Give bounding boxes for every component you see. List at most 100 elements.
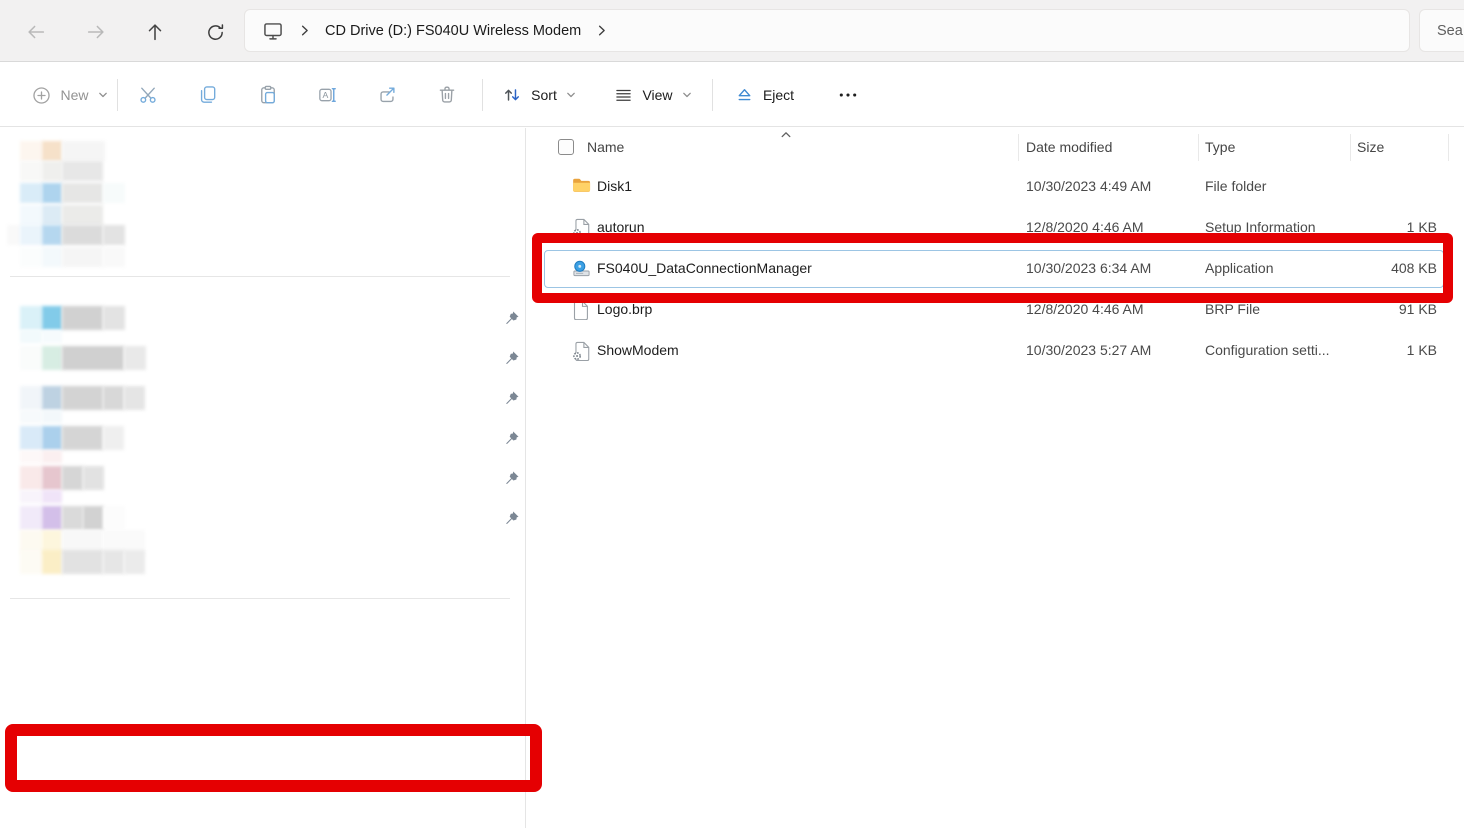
blurred-block [42,550,62,574]
pin-icon[interactable] [503,310,520,327]
column-header-size[interactable]: Size [1357,130,1384,164]
chevron-down-icon [565,89,577,101]
file-type: Configuration setti... [1205,342,1330,358]
eject-icon [734,85,755,106]
toolbar-separator [712,79,713,111]
refresh-icon [205,22,226,43]
view-button[interactable]: View [606,75,700,115]
file-name[interactable]: FS040U_DataConnectionManager [597,260,812,276]
blurred-block [42,141,62,161]
chevron-down-icon [97,89,109,101]
blurred-block [7,225,20,245]
blurred-block [42,410,62,423]
column-separator [1018,134,1019,161]
blurred-block [62,205,103,225]
blurred-block [20,550,42,574]
paste-button[interactable] [246,75,290,115]
chevron-down-icon [681,89,693,101]
blurred-block [124,386,145,410]
back-button[interactable] [16,18,56,46]
tree-item[interactable] [0,620,526,656]
pin-icon[interactable] [503,510,520,527]
file-size: 1 KB [1406,342,1437,358]
column-header-date[interactable]: Date modified [1026,130,1112,164]
eject-button[interactable]: Eject [722,75,806,115]
tree-item[interactable] [0,818,526,828]
blurred-block [42,346,62,370]
file-row[interactable]: ShowModem 10/30/2023 5:27 AM Configuration… [526,331,1464,372]
file-row[interactable]: FS040U_DataConnectionManager 10/30/2023 6… [526,249,1464,290]
blurred-block [20,205,42,225]
up-button[interactable] [135,18,175,46]
blurred-block [20,506,42,530]
file-explorer-window: CD Drive (D:) FS040U Wireless Modem Sea … [0,0,1464,828]
more-options-button[interactable] [826,75,870,115]
sort-arrows-icon [501,84,523,106]
arrow-right-icon [85,21,107,43]
svg-text:A: A [323,90,329,100]
blurred-block [20,346,42,370]
blurred-block [62,506,83,530]
file-name[interactable]: ShowModem [597,342,679,358]
blurred-block [20,426,42,450]
delete-button[interactable] [425,75,469,115]
pin-icon[interactable] [503,430,520,447]
file-size: 1 KB [1406,219,1437,235]
blurred-block [42,330,62,343]
file-row[interactable]: Disk1 10/30/2023 4:49 AM File folder [526,167,1464,208]
tree-item[interactable] [0,700,526,736]
file-name[interactable]: Logo.brp [597,301,652,317]
file-date-modified: 12/8/2020 4:46 AM [1026,219,1144,235]
pin-icon[interactable] [503,470,520,487]
blurred-block [20,225,42,245]
blurred-block [42,506,62,530]
blurred-block [103,386,124,410]
copy-button[interactable] [186,75,230,115]
select-all-checkbox[interactable] [558,139,574,155]
blurred-block [20,161,42,181]
blurred-block [42,247,62,267]
file-row[interactable]: autorun 12/8/2020 4:46 AM Setup Informatio… [526,208,1464,249]
file-name[interactable]: autorun [597,219,644,235]
pin-icon[interactable] [503,390,520,407]
sort-button-label: Sort [531,87,557,103]
blurred-block [42,450,62,463]
setup-file-icon [572,218,590,238]
cut-button[interactable] [126,75,170,115]
share-button[interactable] [365,75,409,115]
trash-icon [436,84,458,106]
blurred-block [42,205,62,225]
refresh-button[interactable] [195,18,235,46]
copy-icon [197,84,219,106]
pin-icon[interactable] [503,350,520,367]
arrow-up-icon [144,21,166,43]
sort-button[interactable]: Sort [494,75,584,115]
tree-item[interactable] [0,660,526,696]
forward-button[interactable] [76,18,116,46]
column-header-type[interactable]: Type [1205,130,1235,164]
blurred-block [42,183,62,203]
rename-button[interactable]: A [305,75,349,115]
breadcrumb-chevron-icon[interactable] [594,23,609,38]
file-type: Setup Information [1205,219,1316,235]
file-name[interactable]: Disk1 [597,178,632,194]
blurred-block [20,306,42,330]
address-bar[interactable]: CD Drive (D:) FS040U Wireless Modem [244,9,1410,52]
search-input[interactable]: Sea [1419,9,1464,52]
file-row[interactable]: Logo.brp 12/8/2020 4:46 AM BRP File 91 KB [526,290,1464,331]
toolbar-separator [117,79,118,111]
file-date-modified: 12/8/2020 4:46 AM [1026,301,1144,317]
blurred-block [62,346,124,370]
tree-item-selected[interactable] [0,740,526,776]
command-bar: New A Sort View Eject [0,63,1464,127]
file-type: Application [1205,260,1274,276]
new-button[interactable]: New [24,75,116,115]
column-separator [1448,134,1449,161]
tree-item[interactable] [0,780,526,816]
blurred-block [103,183,125,203]
breadcrumb-path[interactable]: CD Drive (D:) FS040U Wireless Modem [325,23,581,39]
blurred-block [62,247,103,267]
column-header-name[interactable]: Name [587,130,624,164]
blurred-block [20,410,42,423]
blurred-block [62,141,105,161]
